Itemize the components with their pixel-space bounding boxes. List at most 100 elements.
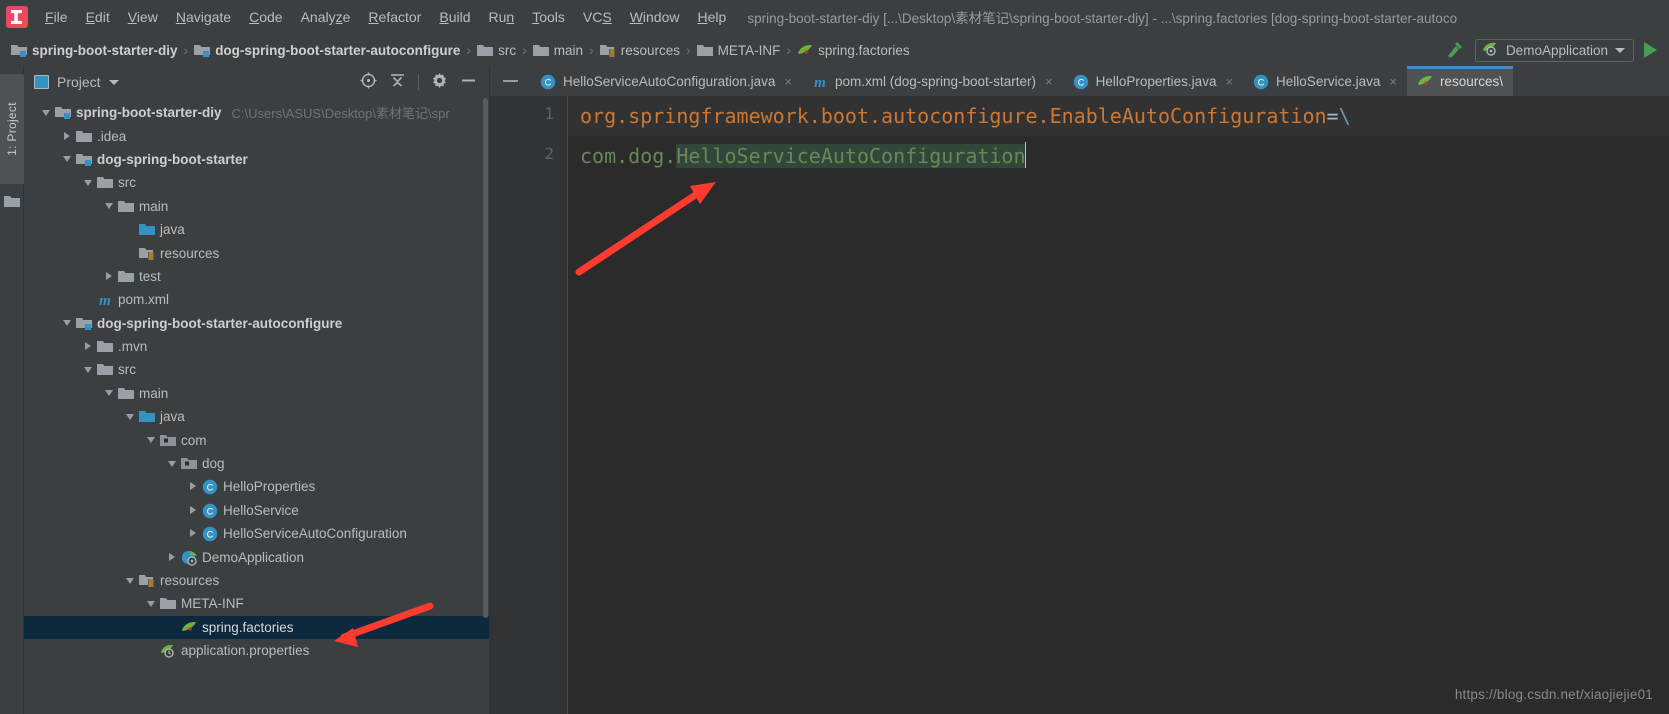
collapse-all-icon[interactable]: [389, 72, 406, 92]
tree-no-arrow: [126, 225, 135, 234]
minimize-tabs-icon[interactable]: [490, 66, 530, 96]
build-hammer-icon[interactable]: [1443, 39, 1465, 61]
chevron-down-icon[interactable]: [105, 389, 114, 398]
tree-node-com[interactable]: com: [24, 428, 489, 451]
tree-node-spring-factories[interactable]: spring.factories: [24, 615, 489, 639]
chevron-down-icon[interactable]: [84, 178, 93, 187]
tree-node-main[interactable]: main: [24, 382, 489, 405]
menu-item-tools[interactable]: Tools: [523, 6, 574, 28]
menu-item-edit[interactable]: Edit: [77, 6, 119, 28]
chevron-right-icon[interactable]: [105, 271, 114, 281]
breadcrumb-item-resources[interactable]: resources: [597, 41, 683, 60]
chevron-right-icon[interactable]: [168, 552, 177, 562]
menu-item-help[interactable]: Help: [689, 6, 736, 28]
tree-node-java[interactable]: java: [24, 218, 489, 241]
menu-item-view[interactable]: View: [119, 6, 167, 28]
close-icon[interactable]: ×: [784, 75, 792, 88]
menu-item-window[interactable]: Window: [621, 6, 689, 28]
project-tree-scrollbar[interactable]: [482, 98, 489, 714]
chevron-down-icon[interactable]: [147, 599, 156, 608]
tree-node-test[interactable]: test: [24, 265, 489, 288]
source-folder-icon: [139, 409, 155, 424]
tree-node-resources[interactable]: resources: [24, 569, 489, 592]
editor-tab-helloproperties-java[interactable]: C HelloProperties.java ×: [1062, 66, 1244, 96]
tree-node-label: src: [118, 362, 136, 378]
menu-item-refactor[interactable]: Refactor: [359, 6, 430, 28]
editor-tab-resources-[interactable]: resources\: [1406, 66, 1513, 96]
editor-gutter[interactable]: 1 2: [490, 96, 568, 714]
settings-gear-icon[interactable]: [431, 72, 448, 92]
chevron-right-icon[interactable]: [189, 482, 198, 491]
menu-item-analyze[interactable]: Analyze: [292, 6, 360, 28]
run-play-icon[interactable]: [1644, 42, 1657, 58]
chevron-right-icon[interactable]: [189, 529, 198, 538]
code-editor[interactable]: org.springframework.boot.autoconfigure.E…: [568, 96, 1669, 714]
tree-node-dog[interactable]: dog: [24, 452, 489, 475]
chevron-right-icon[interactable]: [63, 131, 72, 141]
chevron-down-icon[interactable]: [147, 436, 156, 445]
tree-node-helloservice[interactable]: C HelloService: [24, 499, 489, 522]
chevron-down-icon[interactable]: [63, 155, 72, 164]
folder-icon: [118, 269, 134, 284]
chevron-down-icon[interactable]: [126, 576, 135, 585]
tool-window-tab-project[interactable]: 1: Project: [0, 74, 24, 184]
chevron-down-icon[interactable]: [1615, 47, 1625, 53]
tree-node--mvn[interactable]: .mvn: [24, 335, 489, 358]
tree-node-meta-inf[interactable]: META-INF: [24, 592, 489, 615]
project-panel-title[interactable]: Project: [34, 74, 119, 90]
hide-panel-icon[interactable]: [460, 72, 477, 92]
tree-node-dog-spring-boot-starter-autoconfigure[interactable]: dog-spring-boot-starter-autoconfigure: [24, 312, 489, 335]
chevron-down-icon[interactable]: [84, 365, 93, 374]
chevron-right-icon[interactable]: [84, 342, 93, 351]
menu-item-navigate[interactable]: Navigate: [167, 6, 240, 28]
menu-item-build[interactable]: Build: [430, 6, 479, 28]
breadcrumb-item-main[interactable]: main: [530, 41, 586, 60]
chevron-down-icon[interactable]: [63, 319, 72, 328]
chevron-down-icon[interactable]: [108, 79, 119, 85]
tree-node-spring-boot-starter-diy[interactable]: spring-boot-starter-diy C:\Users\ASUS\Des…: [24, 101, 489, 124]
chevron-down-icon[interactable]: [126, 412, 135, 421]
run-configuration-selector[interactable]: DemoApplication: [1474, 38, 1634, 62]
breadcrumb-item-dog-spring-boot-starter-autoconfigure[interactable]: dog-spring-boot-starter-autoconfigure: [191, 41, 463, 60]
menu-item-vcs[interactable]: VCS: [574, 6, 621, 28]
breadcrumb-item-src[interactable]: src: [474, 41, 519, 60]
editor-tab-helloserviceautoconfiguration-java[interactable]: C HelloServiceAutoConfiguration.java ×: [530, 66, 802, 96]
close-icon[interactable]: ×: [1225, 75, 1233, 88]
chevron-down-icon[interactable]: [168, 459, 177, 468]
editor-tab-pom-xml-dog-spring-boot-starter-[interactable]: m pom.xml (dog-spring-boot-starter) ×: [801, 66, 1063, 96]
tree-node--idea[interactable]: .idea: [24, 124, 489, 147]
breadcrumb-item-spring-boot-starter-diy[interactable]: spring-boot-starter-diy: [8, 41, 181, 60]
tree-node-java[interactable]: java: [24, 405, 489, 428]
code-line-1: org.springframework.boot.autoconfigure.E…: [580, 96, 1669, 136]
chevron-right-icon[interactable]: [189, 505, 198, 515]
tree-node-demoapplication[interactable]: DemoApplication: [24, 545, 489, 568]
svg-text:m: m: [814, 75, 826, 89]
module-folder-icon: [55, 105, 71, 120]
chevron-down-icon[interactable]: [105, 202, 114, 211]
project-tree[interactable]: spring-boot-starter-diy C:\Users\ASUS\Des…: [24, 98, 489, 714]
breadcrumb-item-spring-factories[interactable]: spring.factories: [794, 41, 913, 60]
module-folder-icon: [76, 316, 92, 331]
tree-node-helloproperties[interactable]: C HelloProperties: [24, 475, 489, 498]
folder-icon[interactable]: [4, 194, 20, 211]
tree-node-pom-xml[interactable]: m pom.xml: [24, 288, 489, 311]
folder-icon: [118, 386, 134, 401]
tree-node-src[interactable]: src: [24, 358, 489, 381]
tree-node-main[interactable]: main: [24, 195, 489, 218]
tree-node-application-properties[interactable]: application.properties: [24, 639, 489, 662]
java-class-icon: C: [202, 479, 218, 495]
tree-node-label: dog-spring-boot-starter-autoconfigure: [97, 315, 343, 331]
tree-node-dog-spring-boot-starter[interactable]: dog-spring-boot-starter: [24, 148, 489, 171]
close-icon[interactable]: ×: [1389, 75, 1397, 88]
close-icon[interactable]: ×: [1045, 75, 1053, 88]
chevron-down-icon[interactable]: [42, 108, 51, 117]
tree-node-src[interactable]: src: [24, 171, 489, 194]
editor-tab-helloservice-java[interactable]: C HelloService.java ×: [1243, 66, 1407, 96]
menu-item-run[interactable]: Run: [480, 6, 524, 28]
locate-in-tree-icon[interactable]: [360, 72, 377, 92]
tree-node-helloserviceautoconfiguration[interactable]: C HelloServiceAutoConfiguration: [24, 522, 489, 545]
menu-item-file[interactable]: File: [36, 6, 77, 28]
breadcrumb-item-meta-inf[interactable]: META-INF: [694, 41, 784, 60]
menu-item-code[interactable]: Code: [240, 6, 291, 28]
tree-node-resources[interactable]: resources: [24, 241, 489, 264]
